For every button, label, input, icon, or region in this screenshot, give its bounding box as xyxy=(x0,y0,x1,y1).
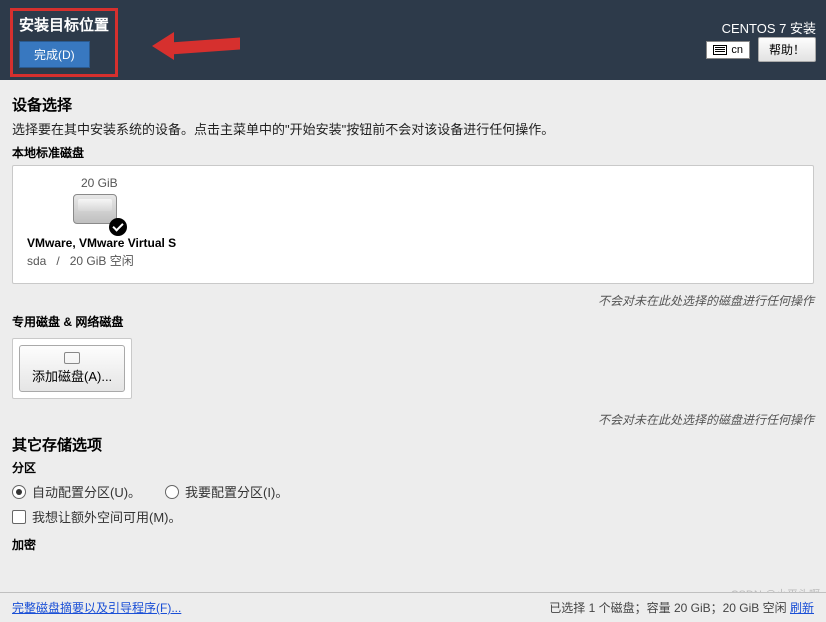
local-disks-hint: 不会对未在此处选择的磁盘进行任何操作 xyxy=(12,292,814,309)
special-disks-panel: 添加磁盘(A)... xyxy=(12,338,132,399)
local-disks-label: 本地标准磁盘 xyxy=(12,144,814,161)
checkbox-icon xyxy=(12,510,26,524)
disk-item[interactable]: 20 GiB VMware, VMware Virtual S sda / 20… xyxy=(27,176,176,269)
refresh-link[interactable]: 刷新 xyxy=(790,601,814,615)
header-bar: 安装目标位置 完成(D) CENTOS 7 安装 cn 帮助！ xyxy=(0,0,826,80)
local-disks-panel: 20 GiB VMware, VMware Virtual S sda / 20… xyxy=(12,165,814,284)
add-disk-label: 添加磁盘(A)... xyxy=(32,369,112,384)
device-selection-title: 设备选择 xyxy=(12,94,814,115)
selection-status: 已选择 1 个磁盘；容量 20 GiB；20 GiB 空闲 刷新 xyxy=(549,599,814,616)
disk-sep: / xyxy=(56,254,59,268)
disk-device: sda xyxy=(27,254,46,268)
disk-free: 20 GiB 空闲 xyxy=(70,254,134,268)
radio-icon xyxy=(165,485,179,499)
done-button[interactable]: 完成(D) xyxy=(19,41,90,68)
help-button[interactable]: 帮助！ xyxy=(758,37,816,62)
special-disks-label: 专用磁盘 & 网络磁盘 xyxy=(12,313,814,330)
device-selection-desc: 选择要在其中安装系统的设备。点击主菜单中的"开始安装"按钮前不会对该设备进行任何… xyxy=(12,119,814,138)
keyboard-icon xyxy=(713,45,727,55)
keyboard-layout-indicator[interactable]: cn xyxy=(706,41,750,59)
bottom-bar: 完整磁盘摘要以及引导程序(F)... 已选择 1 个磁盘；容量 20 GiB；2… xyxy=(0,592,826,622)
header-right: CENTOS 7 安装 cn 帮助！ xyxy=(706,18,816,62)
other-storage-title: 其它存储选项 xyxy=(12,434,814,455)
encryption-label: 加密 xyxy=(12,536,814,553)
disk-name: VMware, VMware Virtual S xyxy=(27,236,176,250)
special-disks-hint: 不会对未在此处选择的磁盘进行任何操作 xyxy=(12,411,814,428)
annotation-highlight-box: 安装目标位置 完成(D) xyxy=(10,8,118,77)
auto-partition-radio[interactable]: 自动配置分区(U)。 xyxy=(12,482,141,501)
installer-title: CENTOS 7 安装 xyxy=(706,18,816,37)
disk-add-icon xyxy=(64,352,80,364)
manual-partition-radio[interactable]: 我要配置分区(I)。 xyxy=(165,482,288,501)
content-area: 设备选择 选择要在其中安装系统的设备。点击主菜单中的"开始安装"按钮前不会对该设… xyxy=(0,80,826,565)
manual-partition-label: 我要配置分区(I)。 xyxy=(185,482,288,501)
extra-space-checkbox[interactable]: 我想让额外空间可用(M)。 xyxy=(12,507,814,526)
radio-icon xyxy=(12,485,26,499)
disk-summary-link[interactable]: 完整磁盘摘要以及引导程序(F)... xyxy=(12,599,181,616)
disk-subinfo: sda / 20 GiB 空闲 xyxy=(27,252,176,269)
page-title: 安装目标位置 xyxy=(19,14,109,35)
add-disk-button[interactable]: 添加磁盘(A)... xyxy=(19,345,125,392)
auto-partition-label: 自动配置分区(U)。 xyxy=(32,482,141,501)
status-text: 已选择 1 个磁盘；容量 20 GiB；20 GiB 空闲 xyxy=(549,601,790,615)
annotation-arrow xyxy=(170,40,240,52)
checkmark-icon xyxy=(109,218,127,236)
disk-size: 20 GiB xyxy=(81,176,176,190)
disk-icon-wrap xyxy=(73,194,121,230)
keyboard-layout-label: cn xyxy=(731,44,743,56)
partition-label: 分区 xyxy=(12,459,814,476)
partition-radio-row: 自动配置分区(U)。 我要配置分区(I)。 xyxy=(12,482,814,501)
extra-space-label: 我想让额外空间可用(M)。 xyxy=(32,507,182,526)
harddrive-icon xyxy=(73,194,117,224)
